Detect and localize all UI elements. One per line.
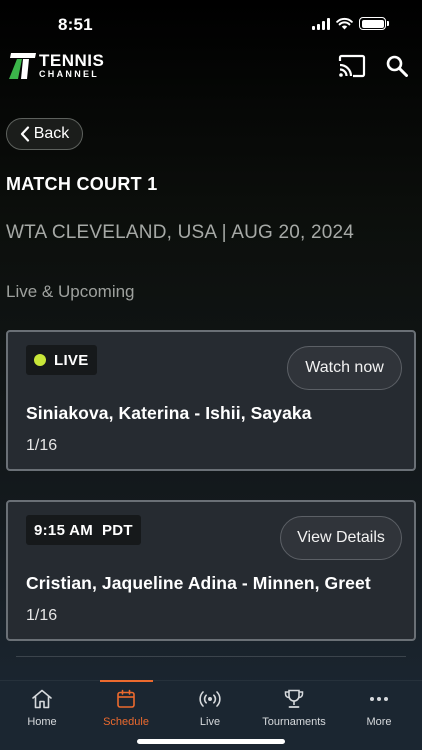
status-time: 8:51 (58, 15, 93, 34)
badge-label: 9:15 AM PDT (34, 521, 133, 539)
broadcast-icon (199, 691, 221, 707)
match-round: 1/16 (26, 607, 58, 624)
page-title: MATCH COURT 1 (6, 174, 158, 194)
tennis-channel-logo[interactable]: TENNIS CHANNEL (8, 52, 104, 79)
time-badge: 9:15 AM PDT (26, 515, 141, 545)
chevron-left-icon (20, 126, 29, 142)
logo-text-tennis: TENNIS (39, 51, 105, 70)
home-icon (32, 689, 52, 709)
live-badge: LIVE (26, 345, 97, 375)
match-card-upcoming[interactable]: 9:15 AM PDT View Details Cristian, Jaque… (6, 500, 416, 641)
tab-label: Tournaments (262, 716, 326, 728)
wifi-icon (336, 17, 353, 30)
badge-label: LIVE (54, 351, 89, 369)
tab-more[interactable]: More (336, 681, 422, 735)
match-players: Siniakova, Katerina - Ishii, Sayaka (26, 403, 312, 423)
back-button[interactable]: Back (6, 118, 83, 150)
tournament-info: WTA CLEVELAND, USA | AUG 20, 2024 (6, 222, 355, 243)
tab-tournaments[interactable]: Tournaments (252, 681, 336, 735)
tab-home[interactable]: Home (0, 681, 84, 735)
status-bar: 8:51 (0, 0, 422, 48)
trophy-icon (284, 689, 304, 708)
tab-live[interactable]: Live (168, 681, 252, 735)
tab-label: Live (199, 716, 221, 728)
logo-mark-icon (9, 52, 36, 79)
cast-icon[interactable] (338, 54, 366, 78)
app-header: TENNIS CHANNEL (0, 48, 422, 88)
calendar-icon (117, 689, 135, 708)
status-icons (312, 17, 389, 30)
more-icon (370, 697, 388, 701)
match-card-live[interactable]: LIVE Watch now Siniakova, Katerina - Ish… (6, 330, 416, 471)
tab-label: More (366, 716, 392, 728)
match-players: Cristian, Jaqueline Adina - Minnen, Gree… (26, 573, 371, 593)
back-label: Back (33, 125, 70, 142)
live-dot-icon (34, 354, 46, 366)
search-icon[interactable] (386, 55, 408, 77)
home-indicator (137, 739, 285, 744)
battery-icon (359, 17, 389, 30)
list-divider (16, 656, 406, 657)
logo-text-channel: CHANNEL (39, 69, 100, 79)
cellular-signal-icon (312, 17, 330, 30)
watch-now-button[interactable]: Watch now (287, 346, 402, 390)
tab-schedule[interactable]: Schedule (84, 680, 168, 735)
section-label: Live & Upcoming (6, 282, 135, 301)
view-details-button[interactable]: View Details (280, 516, 402, 560)
tab-label: Home (27, 716, 57, 728)
tab-label: Schedule (103, 716, 149, 728)
match-round: 1/16 (26, 437, 58, 454)
